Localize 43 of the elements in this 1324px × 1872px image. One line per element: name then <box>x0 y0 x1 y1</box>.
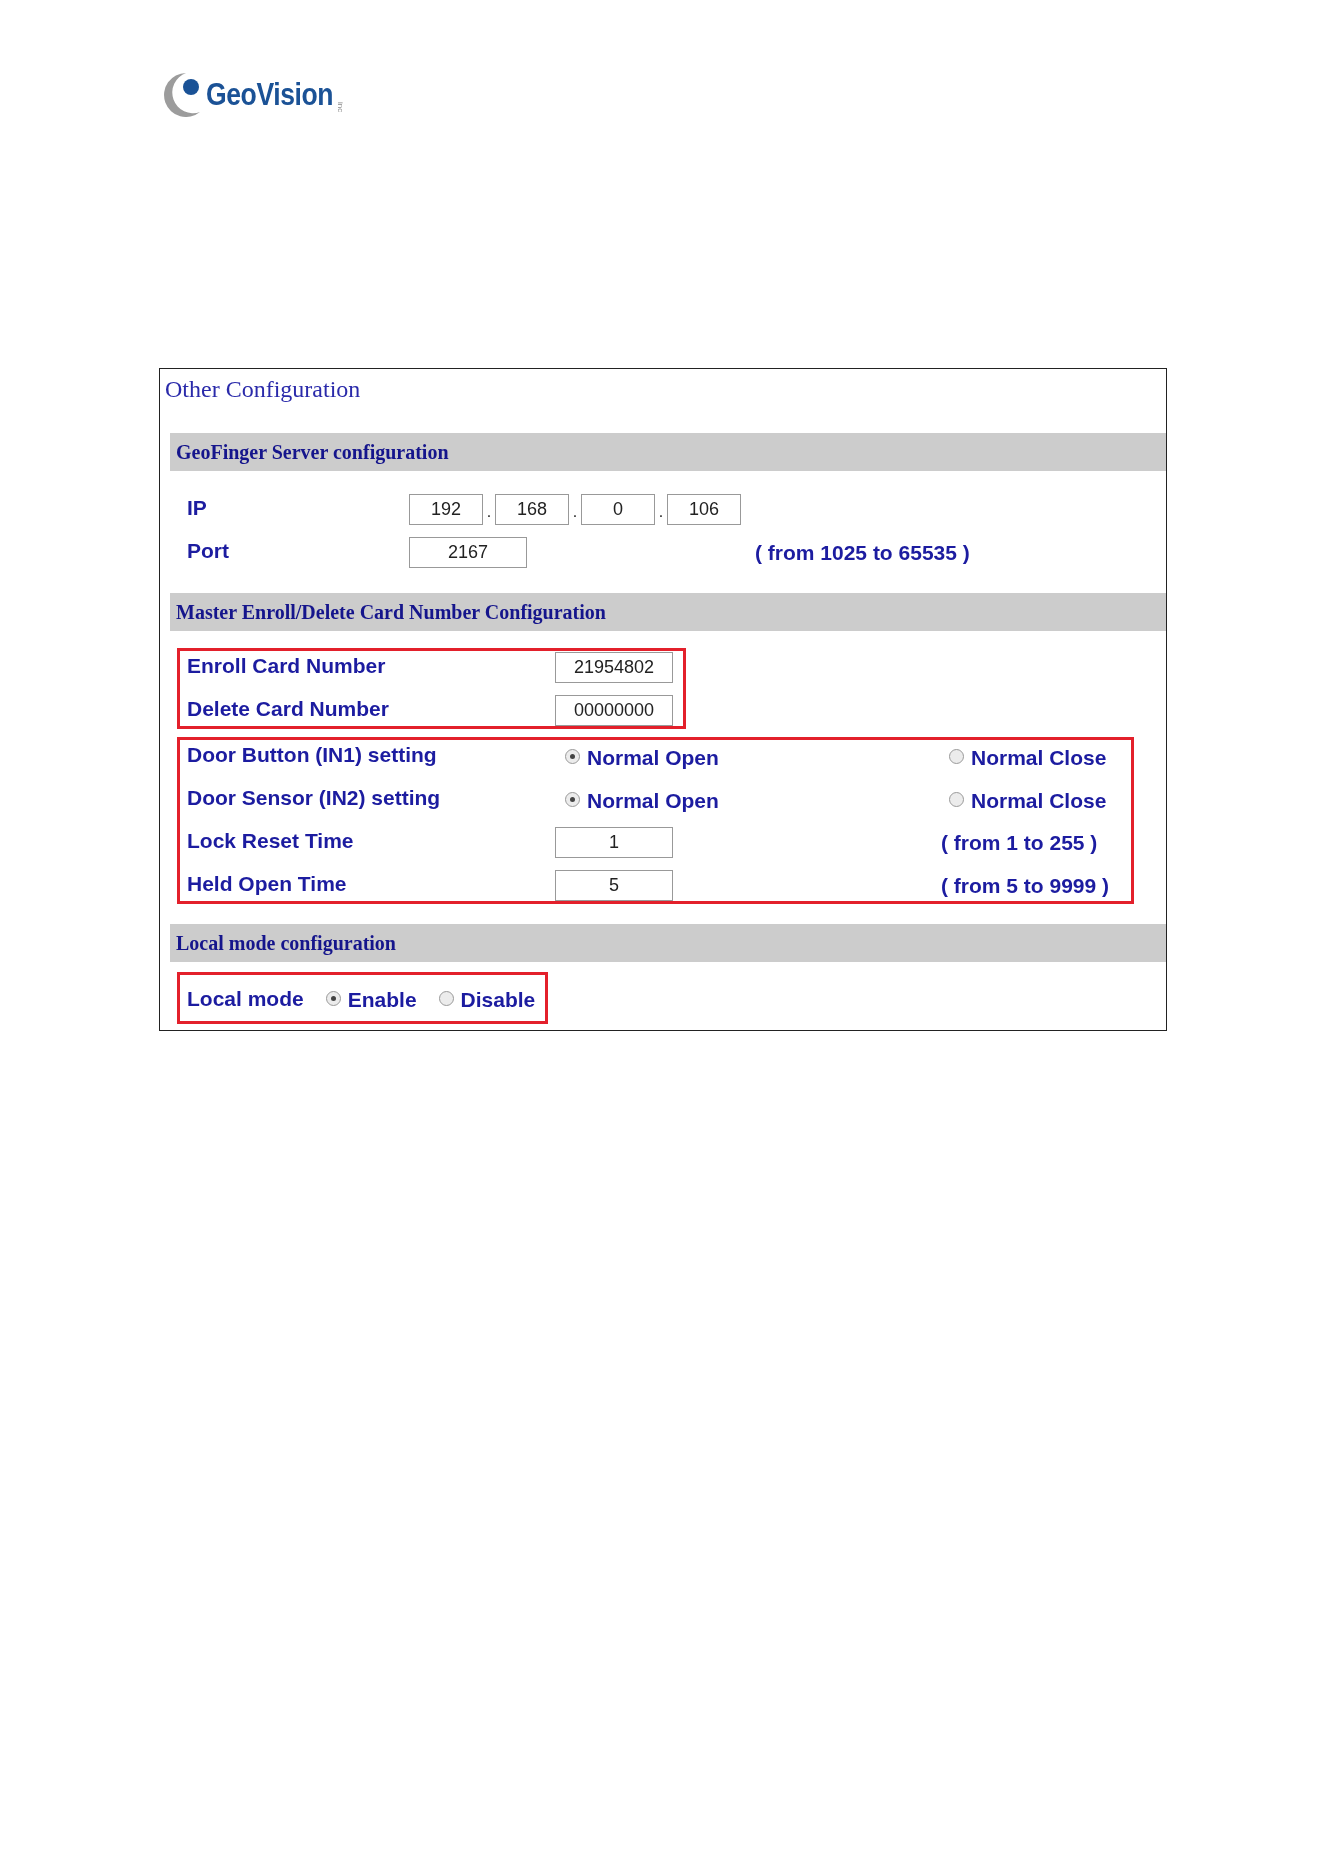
input-field[interactable]: 1 <box>555 826 673 858</box>
field-label: Lock Reset Time <box>187 828 354 852</box>
option-label[interactable]: Normal Close <box>971 744 1107 768</box>
logo-suffix: inc <box>336 101 345 112</box>
input-field[interactable]: 168 <box>495 493 569 525</box>
ip-separator: . <box>485 503 493 522</box>
section-header: GeoFinger Server configuration <box>170 433 1166 471</box>
field-label: Local mode <box>187 987 304 1009</box>
input-field[interactable]: 2167 <box>409 536 527 568</box>
field-label: Door Button (IN1) setting <box>187 742 437 766</box>
ip-separator: . <box>571 503 579 522</box>
radio-button[interactable] <box>438 990 454 1006</box>
input-field[interactable]: 192 <box>409 493 483 525</box>
field-label: IP <box>187 495 207 519</box>
field-label: Enroll Card Number <box>187 653 386 677</box>
input-field[interactable]: 5 <box>555 869 673 901</box>
option-label[interactable]: Disable <box>460 986 536 1010</box>
radio-button[interactable] <box>325 990 341 1006</box>
ip-separator: . <box>657 503 665 522</box>
field-label: Door Sensor (IN2) setting <box>187 785 441 809</box>
section-header: Master Enroll/Delete Card Number Configuration <box>170 593 1166 631</box>
radio-button[interactable] <box>949 791 964 807</box>
radio-button[interactable] <box>565 791 580 807</box>
radio-button[interactable] <box>949 748 964 764</box>
radio-button[interactable] <box>565 748 580 764</box>
option-label[interactable]: Enable <box>347 986 417 1010</box>
logo-wordmark: GeoVision <box>206 78 334 110</box>
input-field[interactable]: 106 <box>667 493 741 525</box>
range-hint: ( from 1 to 255 ) <box>941 831 1098 853</box>
input-field[interactable]: 0 <box>581 493 655 525</box>
option-label[interactable]: Normal Open <box>587 744 719 768</box>
option-label[interactable]: Normal Close <box>971 787 1107 811</box>
field-label: Port <box>187 538 229 562</box>
section-header: Local mode configuration <box>170 924 1166 962</box>
range-hint: ( from 5 to 9999 ) <box>941 874 1110 896</box>
input-field[interactable]: 21954802 <box>555 651 673 683</box>
panel-title: Other Configuration <box>165 376 361 402</box>
input-field[interactable]: 00000000 <box>555 694 673 726</box>
range-hint: ( from 1025 to 65535 ) <box>755 541 970 563</box>
field-label: Held Open Time <box>187 871 347 895</box>
field-label: Delete Card Number <box>187 696 389 720</box>
option-label[interactable]: Normal Open <box>587 787 719 811</box>
logo-icon <box>162 71 202 117</box>
